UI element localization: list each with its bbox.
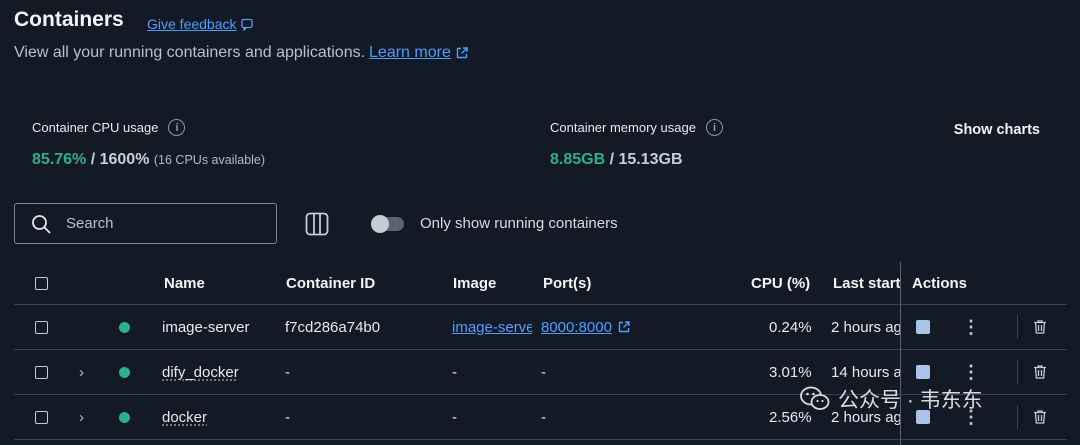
divider (1017, 315, 1018, 339)
cpu-usage-value: 85.76% / 1600% (16 CPUs available) (32, 151, 265, 169)
divider (1017, 405, 1018, 429)
info-icon[interactable]: i (168, 119, 186, 136)
more-options-icon[interactable]: ⋮ (962, 305, 980, 349)
container-name[interactable]: dify_docker (162, 350, 239, 394)
wechat-icon (800, 386, 830, 410)
ports: - (541, 408, 546, 426)
feedback-icon (240, 18, 253, 31)
cpu-separator: / (86, 151, 100, 168)
memory-usage-value: 8.85GB / 15.13GB (550, 151, 683, 169)
trash-icon[interactable] (1032, 409, 1048, 425)
page-title: Containers (14, 8, 124, 31)
status-running-dot (119, 321, 130, 333)
table-header: Name Container ID Image Port(s) CPU (%) … (14, 262, 1067, 304)
search-icon (32, 214, 51, 233)
memory-usage-label: Container memory usage i (550, 119, 723, 136)
port-link[interactable]: 8000:8000 (541, 319, 612, 336)
learn-more-link[interactable]: Learn more (369, 44, 469, 62)
cpu-total: 1600% (99, 151, 150, 168)
show-charts-button[interactable]: Show charts (954, 122, 1040, 138)
cpu-used: 85.76% (32, 151, 87, 168)
chevron-right-icon[interactable]: › (79, 350, 84, 394)
column-header-cpu[interactable]: CPU (%) (751, 262, 810, 304)
subtitle-text: View all your running containers and app… (14, 44, 366, 61)
cpu-percent: 0.24% (769, 318, 812, 336)
toggle-knob (371, 215, 389, 233)
watermark: 公众号 · 韦东东 (800, 384, 983, 414)
last-started: 2 hours ago (831, 318, 901, 336)
column-header-name[interactable]: Name (164, 262, 205, 304)
learn-more-label: Learn more (369, 44, 451, 61)
info-icon[interactable]: i (705, 119, 723, 136)
status-running-dot (119, 366, 130, 378)
image-link[interactable]: image-server (452, 319, 532, 336)
row-checkbox[interactable] (35, 410, 48, 424)
divider (1017, 360, 1018, 384)
row-checkbox[interactable] (35, 365, 48, 379)
memory-usage-label-text: Container memory usage (550, 120, 696, 135)
cpu-note: (16 CPUs available) (153, 153, 266, 167)
column-header-ports[interactable]: Port(s) (543, 262, 591, 304)
actions-column-divider (900, 262, 901, 445)
column-header-actions: Actions (912, 274, 968, 292)
watermark-text: 公众号 · 韦东东 (838, 389, 983, 412)
cpu-usage-label-text: Container CPU usage (32, 120, 159, 135)
column-header-image[interactable]: Image (453, 262, 496, 304)
row-checkbox[interactable] (35, 320, 48, 334)
container-name[interactable]: docker (162, 395, 207, 439)
container-id: - (285, 408, 290, 426)
cpu-usage-label: Container CPU usage i (32, 119, 186, 136)
columns-icon[interactable] (305, 212, 329, 236)
trash-icon[interactable] (1032, 319, 1048, 335)
select-all-checkbox[interactable] (35, 276, 48, 290)
ports: - (541, 363, 546, 381)
running-only-toggle[interactable] (371, 215, 404, 233)
give-feedback-link[interactable]: Give feedback (147, 16, 254, 32)
status-running-dot (119, 411, 130, 423)
trash-icon[interactable] (1032, 364, 1048, 380)
chevron-right-icon[interactable]: › (79, 395, 84, 439)
container-id: - (285, 363, 290, 381)
external-link-icon (456, 47, 468, 59)
container-id: f7cd286a74b0 (285, 318, 381, 336)
search-box[interactable] (14, 203, 277, 244)
memory-total: 15.13GB (618, 151, 683, 168)
give-feedback-label: Give feedback (147, 16, 237, 32)
image-name: - (452, 363, 457, 381)
image-name: - (452, 408, 457, 426)
column-header-last-started[interactable]: Last start (833, 262, 901, 304)
running-only-label: Only show running containers (420, 215, 618, 232)
search-input[interactable] (64, 214, 268, 233)
stop-icon[interactable] (916, 365, 930, 379)
memory-used: 8.85GB (550, 151, 606, 168)
stop-icon[interactable] (916, 320, 930, 334)
external-link-icon[interactable] (617, 320, 631, 334)
table-row[interactable]: image-server f7cd286a74b0 image-server 8… (14, 304, 1067, 349)
page-subtitle: View all your running containers and app… (14, 44, 469, 62)
memory-separator: / (605, 151, 619, 168)
column-header-container-id[interactable]: Container ID (286, 262, 375, 304)
container-name[interactable]: image-server (162, 305, 250, 349)
